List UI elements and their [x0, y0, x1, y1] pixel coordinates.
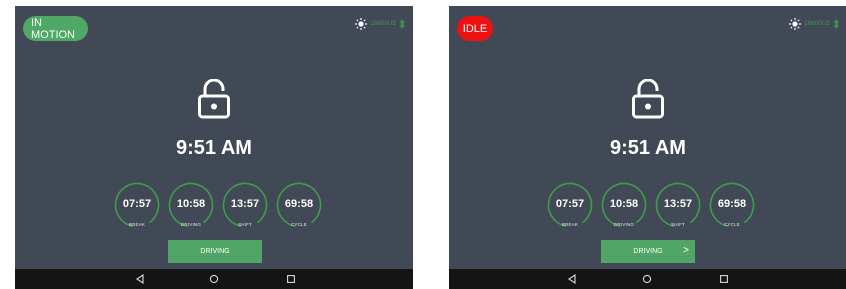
dial-shift: 13:57 SHIFT [655, 182, 701, 228]
dial-shift: 13:57 SHIFT [222, 182, 268, 228]
dial-break: 07:57 BREAK [547, 182, 593, 228]
tablet-screen-in-motion: IN MOTION 16600U5 9:51 AM 07:57 BREAK 10… [15, 6, 413, 289]
triangle-back-icon [136, 274, 144, 284]
driving-button[interactable]: DRIVING [168, 240, 262, 263]
nav-back-button[interactable] [132, 271, 148, 287]
nav-recents-button[interactable] [283, 271, 299, 287]
dial-label: CYCLE [290, 222, 307, 227]
square-recents-icon [287, 275, 295, 283]
square-recents-icon [720, 275, 728, 283]
sun-icon[interactable] [355, 18, 368, 30]
device-serial: 16600U5 [804, 21, 830, 27]
dial-value: 10:58 [609, 198, 639, 210]
android-navbar [449, 269, 846, 289]
dial-label: BREAK [561, 222, 579, 227]
driving-button-label: DRIVING [633, 248, 663, 255]
dial-value: 13:57 [663, 198, 693, 210]
dial-driving: 10:58 DRIVING [601, 182, 647, 228]
dial-label: DRIVING [613, 222, 635, 227]
sun-icon[interactable] [789, 18, 802, 30]
dial-label: SHIFT [671, 222, 685, 227]
driving-button[interactable]: DRIVING > [601, 240, 695, 263]
circle-home-icon [209, 274, 219, 284]
status-icons: 16600U5 [355, 18, 405, 30]
current-time: 9:51 AM [610, 137, 686, 159]
android-navbar [15, 269, 413, 289]
dial-cycle: 69:58 CYCLE [709, 182, 755, 228]
dial-driving: 10:58 DRIVING [168, 182, 214, 228]
dial-value: 10:58 [176, 198, 206, 210]
nav-home-button[interactable] [206, 271, 222, 287]
nav-recents-button[interactable] [716, 271, 732, 287]
nav-home-button[interactable] [639, 271, 655, 287]
dial-value: 69:58 [284, 198, 314, 210]
dial-break: 07:57 BREAK [114, 182, 160, 228]
current-time: 9:51 AM [176, 137, 252, 159]
dial-value: 07:57 [555, 198, 585, 210]
unlocked-padlock-icon[interactable] [631, 79, 665, 119]
tablet-screen-idle: IDLE 16600U5 9:51 AM 07:57 BREAK 10:58 D… [449, 6, 846, 289]
chevron-right-icon: > [683, 245, 689, 256]
dial-label: BREAK [128, 222, 146, 227]
dial-label: DRIVING [180, 222, 202, 227]
status-badge: IN MOTION [23, 16, 88, 41]
bluetooth-icon [833, 19, 839, 29]
circle-home-icon [642, 274, 652, 284]
status-badge: IDLE [457, 16, 493, 41]
unlocked-padlock-icon[interactable] [197, 79, 231, 119]
nav-back-button[interactable] [564, 271, 580, 287]
device-serial: 16600U5 [370, 21, 396, 27]
triangle-back-icon [568, 274, 576, 284]
dial-label: CYCLE [723, 222, 740, 227]
dial-label: SHIFT [238, 222, 252, 227]
bluetooth-icon [399, 19, 405, 29]
status-icons: 16600U5 [789, 18, 839, 30]
dial-cycle: 69:58 CYCLE [276, 182, 322, 228]
dial-value: 07:57 [122, 198, 152, 210]
dial-value: 13:57 [230, 198, 260, 210]
dial-value: 69:58 [717, 198, 747, 210]
